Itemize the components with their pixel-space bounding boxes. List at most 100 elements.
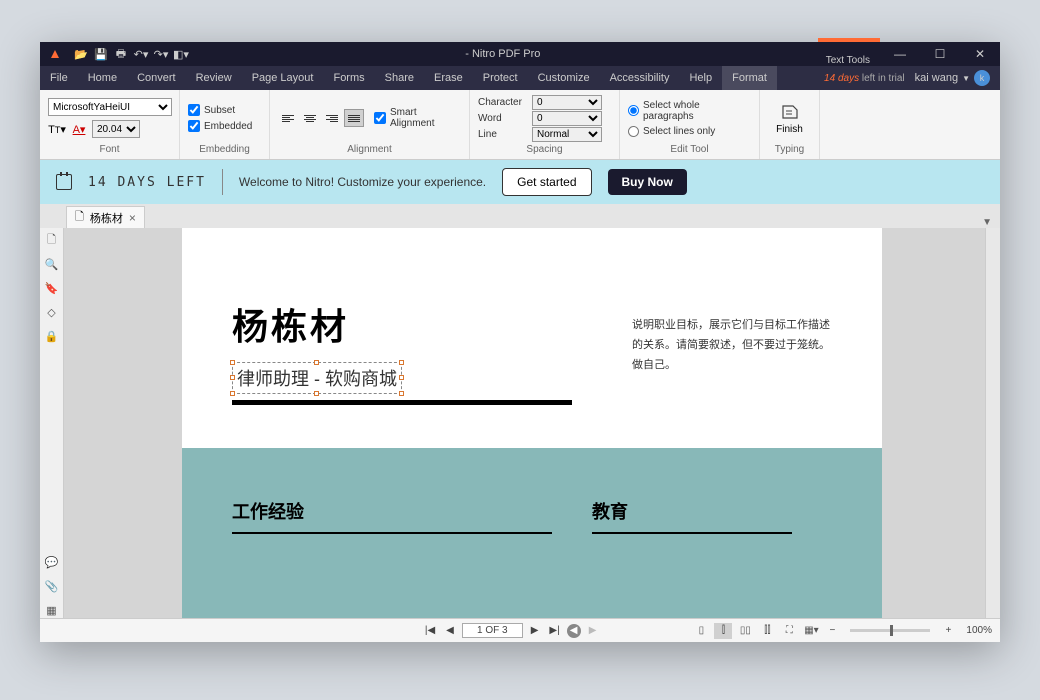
smart-alignment-checkbox[interactable]: Smart Alignment — [374, 107, 461, 129]
ribbon: MicrosoftYaHeiUI TT▾ A▾ 20.04 Font Subse… — [40, 90, 1000, 160]
window-title: - Nitro PDF Pro — [190, 48, 816, 60]
description-text[interactable]: 说明职业目标，展示它们与目标工作描述 的关系。请简要叙述，但不要过于笼统。 做自… — [632, 316, 832, 375]
trial-banner: 14 DAYS LEFT Welcome to Nitro! Customize… — [40, 160, 1000, 204]
view-fullscreen-icon[interactable]: ⛶ — [780, 623, 798, 639]
document-tab-name: 杨栋材 — [90, 210, 123, 226]
page-indicator[interactable]: 1 OF 3 — [462, 623, 523, 638]
last-page-icon[interactable]: ▶| — [547, 623, 563, 639]
attachment-icon[interactable]: 📎 — [44, 578, 60, 594]
menu-protect[interactable]: Protect — [473, 66, 528, 90]
zoom-in-icon[interactable]: + — [940, 623, 956, 639]
ribbon-group-font: Font — [48, 144, 171, 155]
finish-button[interactable]: Finish — [776, 102, 803, 135]
workspace: 🗋 🔍 🔖 ◇ 🔒 💬 📎 ▦ 杨栋材 律师助理 - 软购商城 — [40, 228, 1000, 618]
view-mode-dropdown-icon[interactable]: ▦▾ — [802, 623, 820, 639]
subset-checkbox[interactable]: Subset — [188, 104, 261, 116]
section-education[interactable]: 教育 — [592, 498, 792, 524]
trial-status: 14 days left in trial — [824, 73, 905, 84]
menu-help[interactable]: Help — [679, 66, 722, 90]
align-center-button[interactable] — [300, 109, 320, 127]
line-spacing-select[interactable]: Normal — [532, 127, 602, 142]
lock-icon[interactable]: 🔒 — [44, 328, 60, 344]
ribbon-group-alignment: Alignment — [278, 144, 461, 155]
text-style-button[interactable]: TT▾ — [48, 121, 66, 137]
ribbon-group-embedding: Embedding — [188, 144, 261, 155]
document-tab-bar: 🗋 杨栋材 × ▼ — [40, 204, 1000, 228]
view-facing-continuous-icon[interactable]: ⫿⫿ — [758, 623, 776, 639]
grid-icon[interactable]: ▦ — [44, 602, 60, 618]
forward-nav-icon[interactable]: ▶ — [585, 623, 601, 639]
avatar: k — [974, 70, 990, 86]
pages-panel-icon[interactable]: 🗋 — [44, 232, 60, 248]
menu-file[interactable]: File — [40, 66, 78, 90]
user-menu[interactable]: kai wang ▼ k — [915, 70, 990, 86]
statusbar: |◀ ◀ 1 OF 3 ▶ ▶| ◀ ▶ ▯ ⫿ ▯▯ ⫿⫿ ⛶ ▦▾ − + … — [40, 618, 1000, 642]
menu-erase[interactable]: Erase — [424, 66, 473, 90]
font-family-select[interactable]: MicrosoftYaHeiUI — [48, 98, 172, 116]
teal-section: 工作经验 教育 — [182, 448, 882, 618]
next-page-icon[interactable]: ▶ — [527, 623, 543, 639]
menu-forms[interactable]: Forms — [323, 66, 374, 90]
tab-format[interactable]: Format — [722, 66, 777, 90]
window-controls: — ☐ ✕ — [880, 42, 1000, 66]
qat-customize-icon[interactable]: ◧▾ — [172, 45, 190, 63]
first-page-icon[interactable]: |◀ — [422, 623, 438, 639]
document-tab[interactable]: 🗋 杨栋材 × — [66, 206, 145, 228]
zoom-slider[interactable] — [850, 629, 930, 632]
user-name: kai wang — [915, 72, 958, 84]
buy-now-button[interactable]: Buy Now — [608, 169, 687, 195]
word-spacing-select[interactable]: 0 — [532, 111, 602, 126]
ribbon-group-typing: Typing — [768, 144, 811, 155]
page: 杨栋材 律师助理 - 软购商城 说明职业目标，展示它们与目标工作描述 的关系。请… — [182, 228, 882, 618]
tab-overflow-icon[interactable]: ▼ — [982, 217, 992, 228]
zoom-out-icon[interactable]: − — [824, 623, 840, 639]
app-logo-icon — [46, 45, 64, 63]
save-icon[interactable]: 💾 — [92, 45, 110, 63]
menu-page-layout[interactable]: Page Layout — [242, 66, 324, 90]
chevron-down-icon: ▼ — [962, 74, 970, 83]
back-nav-icon[interactable]: ◀ — [567, 624, 581, 638]
welcome-text: Welcome to Nitro! Customize your experie… — [239, 175, 486, 189]
menu-accessibility[interactable]: Accessibility — [600, 66, 680, 90]
close-button[interactable]: ✕ — [960, 42, 1000, 66]
minimize-button[interactable]: — — [880, 42, 920, 66]
open-icon[interactable]: 📂 — [72, 45, 90, 63]
redo-icon[interactable]: ↷▾ — [152, 45, 170, 63]
font-size-select[interactable]: 20.04 — [92, 120, 140, 138]
bookmarks-icon[interactable]: 🔖 — [44, 280, 60, 296]
align-left-button[interactable] — [278, 109, 298, 127]
selected-text-box[interactable]: 律师助理 - 软购商城 — [232, 362, 402, 394]
ribbon-group-edit-tool: Edit Tool — [628, 144, 751, 155]
select-lines-only-radio[interactable]: Select lines only — [628, 126, 751, 137]
close-tab-icon[interactable]: × — [129, 211, 136, 225]
menu-review[interactable]: Review — [186, 66, 242, 90]
divider-thick — [232, 400, 572, 405]
embedded-checkbox[interactable]: Embedded — [188, 120, 261, 132]
menu-home[interactable]: Home — [78, 66, 127, 90]
comment-icon[interactable]: 💬 — [44, 554, 60, 570]
view-single-icon[interactable]: ▯ — [692, 623, 710, 639]
ribbon-group-spacing: Spacing — [478, 144, 611, 155]
align-justify-button[interactable] — [344, 109, 364, 127]
search-icon[interactable]: 🔍 — [44, 256, 60, 272]
select-whole-paragraphs-radio[interactable]: Select whole paragraphs — [628, 100, 751, 122]
print-icon[interactable]: 🖶 — [112, 45, 130, 63]
align-right-button[interactable] — [322, 109, 342, 127]
menu-convert[interactable]: Convert — [127, 66, 186, 90]
subtitle-text[interactable]: 律师助理 - 软购商城 — [237, 369, 397, 389]
maximize-button[interactable]: ☐ — [920, 42, 960, 66]
days-left-label: 14 DAYS LEFT — [88, 175, 206, 190]
undo-icon[interactable]: ↶▾ — [132, 45, 150, 63]
finish-icon — [780, 102, 800, 122]
menu-share[interactable]: Share — [375, 66, 424, 90]
document-canvas[interactable]: 杨栋材 律师助理 - 软购商城 说明职业目标，展示它们与目标工作描述 的关系。请… — [64, 228, 1000, 618]
prev-page-icon[interactable]: ◀ — [442, 623, 458, 639]
menu-customize[interactable]: Customize — [528, 66, 600, 90]
get-started-button[interactable]: Get started — [502, 168, 591, 196]
view-facing-icon[interactable]: ▯▯ — [736, 623, 754, 639]
font-color-button[interactable]: A▾ — [70, 121, 88, 137]
zoom-level[interactable]: 100% — [966, 625, 992, 636]
character-spacing-select[interactable]: 0 — [532, 95, 602, 110]
tags-icon[interactable]: ◇ — [44, 304, 60, 320]
view-continuous-icon[interactable]: ⫿ — [714, 623, 732, 639]
